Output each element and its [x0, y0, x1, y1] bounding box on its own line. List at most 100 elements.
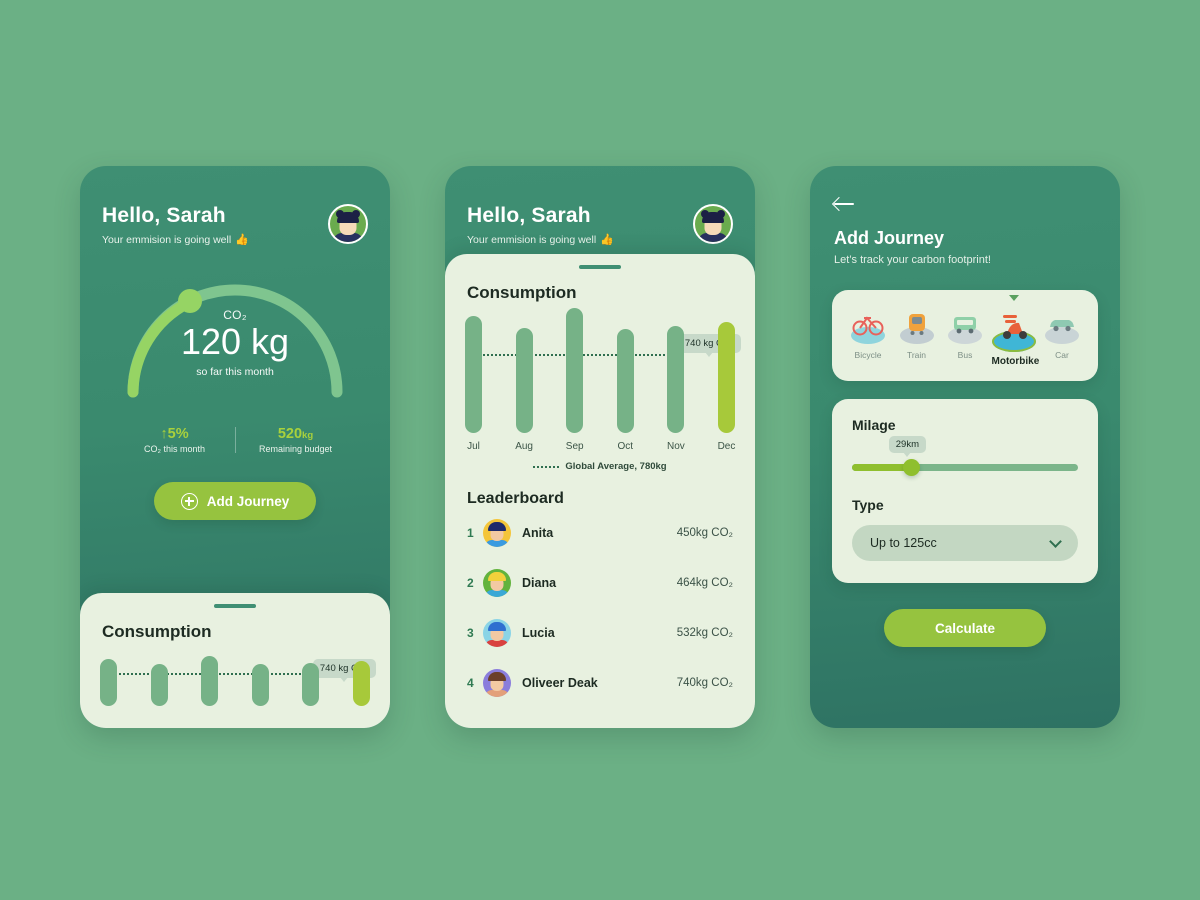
leaderboard-value: 464kg CO₂	[676, 577, 733, 589]
chart-bar-label: Jul	[467, 441, 480, 452]
phone-screen-dashboard: Hello, Sarah Your emmision is going well…	[80, 166, 390, 728]
page-title: Add Journey	[834, 228, 945, 248]
chart-bar-label: Oct	[617, 441, 634, 452]
add-journey-label: Add Journey	[206, 493, 290, 509]
stat-co2-this-month: ↑5% CO₂ this month	[115, 426, 235, 454]
chart-bar-column: Oct	[616, 329, 634, 452]
avatar[interactable]	[693, 204, 733, 244]
chart-bar[interactable]	[302, 663, 320, 706]
type-select-value: Up to 125cc	[870, 536, 937, 550]
leaderboard-row[interactable]: 1 Anita 450kg CO₂	[445, 508, 755, 558]
avatar[interactable]	[328, 204, 368, 244]
chart-bar-label: Nov	[666, 441, 685, 452]
calculate-button[interactable]: Calculate	[884, 609, 1046, 647]
leaderboard-rank: 2	[467, 576, 474, 590]
chart-bar[interactable]	[201, 656, 219, 706]
leaderboard-name: Diana	[522, 576, 557, 590]
consumption-chart-preview: 740 kg CO₂	[80, 656, 390, 706]
stats-row: ↑5% CO₂ this month 520kg Remaining budge…	[80, 426, 390, 454]
motorbike-icon	[991, 315, 1036, 352]
gauge-note: so far this month	[196, 366, 274, 379]
leaderboard-avatar	[483, 519, 511, 547]
emission-gauge: CO₂ 120 kg so far this month	[80, 268, 390, 418]
mileage-slider[interactable]: 29km	[852, 436, 1078, 476]
greeting-title: Hello, Sarah	[102, 204, 226, 227]
chart-bars	[100, 656, 370, 706]
stat-label: CO₂ this month	[143, 444, 205, 454]
chart-bar[interactable]	[515, 328, 533, 433]
stat-unit: kg	[302, 430, 314, 441]
greeting-block: Hello, Sarah Your emmision is going well…	[102, 204, 249, 246]
transport-label: Bicycle	[854, 350, 882, 360]
avatar-hair	[488, 522, 506, 531]
leaderboard-list: 1 Anita 450kg CO₂ 2 Diana 464kg CO₂ 3 Lucia 532k…	[445, 508, 755, 708]
chart-bar[interactable]	[616, 329, 634, 433]
phone-screen-add-journey: Add Journey Let’s track your carbon foot…	[810, 166, 1120, 728]
leaderboard-row[interactable]: 3 Lucia 532kg CO₂	[445, 608, 755, 658]
chart-bar[interactable]	[566, 308, 584, 433]
transport-option-bus[interactable]: Bus	[943, 306, 987, 369]
slider-fill	[852, 464, 911, 471]
avatar-hair-bun-left	[701, 210, 709, 218]
selected-caret-icon	[1008, 295, 1019, 301]
chart-bar-column: Sep	[566, 308, 584, 452]
avatar-hair-bun-left	[336, 210, 344, 218]
stat-value: 520kg	[236, 426, 356, 442]
chart-bar[interactable]	[465, 316, 482, 433]
stat-remaining-budget: 520kg Remaining budget	[236, 426, 356, 454]
add-journey-button[interactable]: Add Journey	[154, 482, 316, 520]
chart-bar-label: Dec	[717, 441, 736, 452]
bicycle-icon	[851, 316, 885, 344]
greeting-subtitle-text: Your emmision is going well	[467, 233, 597, 246]
leaderboard-avatar	[483, 569, 511, 597]
leaderboard-value: 740kg CO₂	[676, 677, 733, 689]
slider-knob[interactable]	[902, 459, 920, 476]
transport-option-motorbike[interactable]: Motorbike	[991, 295, 1039, 369]
leaderboard-name: Lucia	[522, 626, 555, 640]
transport-selector-card: Bicycle Train Bus Motorbike Car	[832, 290, 1098, 381]
avatar-hair	[488, 572, 506, 581]
avatar-hair-bun-right	[717, 210, 725, 218]
gauge-unit-label: CO₂	[223, 308, 247, 322]
transport-option-train[interactable]: Train	[895, 306, 939, 369]
journey-details-card: Milage 29km Type Up to 125cc	[832, 399, 1098, 583]
car-icon	[1045, 320, 1079, 344]
phone-screen-consumption: Hello, Sarah Your emmision is going well…	[445, 166, 755, 728]
chart-bar[interactable]	[100, 659, 117, 706]
legend-label: Global Average, 780kg	[565, 461, 667, 472]
greeting-subtitle-text: Your emmision is going well	[102, 233, 232, 246]
leaderboard-row[interactable]: 2 Diana 464kg CO₂	[445, 558, 755, 608]
leaderboard-row[interactable]: 4 Oliveer Deak 740kg CO₂	[445, 658, 755, 708]
transport-option-bicycle[interactable]: Bicycle	[846, 306, 890, 369]
consumption-title: Consumption	[102, 622, 212, 641]
gauge-readout: CO₂ 120 kg so far this month	[80, 308, 390, 378]
chart-bar-column	[302, 663, 320, 706]
avatar-hair-bun-right	[352, 210, 360, 218]
consumption-chart: 740 kg CO₂ Jul Aug Sep Oct Nov Dec Global Ave…	[445, 308, 755, 472]
leaderboard-rank: 1	[467, 526, 474, 540]
leaderboard-value: 450kg CO₂	[676, 527, 733, 539]
leaderboard-name: Oliveer Deak	[522, 676, 598, 690]
chart-bar-column: Aug	[515, 328, 533, 452]
chart-bar[interactable]	[717, 322, 735, 433]
chart-bar[interactable]	[150, 664, 168, 706]
back-arrow-icon[interactable]	[834, 196, 856, 212]
chart-bar-column	[251, 664, 269, 706]
leaderboard-title: Leaderboard	[467, 490, 564, 507]
consumption-sheet: Consumption 740 kg CO₂ Jul Aug Sep Oct Nov De…	[445, 254, 755, 728]
page-subtitle: Let’s track your carbon footprint!	[834, 254, 991, 266]
transport-label: Car	[1055, 350, 1069, 360]
chart-bar[interactable]	[667, 326, 685, 433]
transport-option-car[interactable]: Car	[1040, 306, 1084, 369]
chart-bar-column	[201, 656, 219, 706]
chart-bar[interactable]	[251, 664, 269, 706]
thumbs-up-icon: 👍	[600, 234, 614, 246]
transport-label: Train	[906, 350, 927, 360]
gauge-value: 120 kg	[180, 321, 290, 362]
avatar-shirt	[485, 690, 509, 697]
transport-label: Motorbike	[991, 356, 1040, 367]
type-select[interactable]: Up to 125cc	[852, 525, 1078, 561]
chart-bar[interactable]	[352, 661, 370, 706]
consumption-title: Consumption	[467, 283, 577, 302]
greeting-block: Hello, Sarah Your emmision is going well…	[467, 204, 614, 246]
